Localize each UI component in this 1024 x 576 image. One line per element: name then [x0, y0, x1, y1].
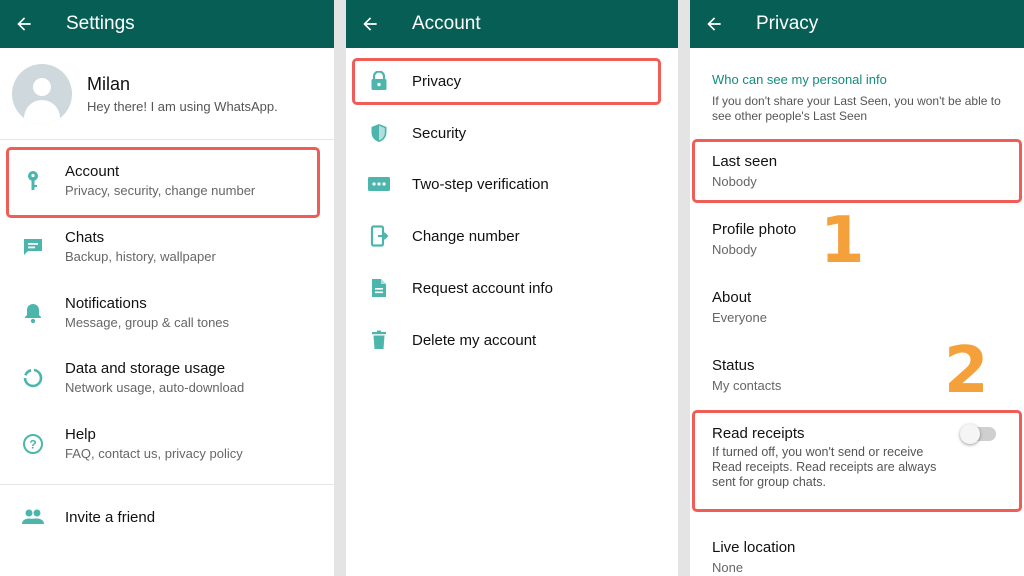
help-icon: ? — [0, 433, 65, 455]
privacy-header: Privacy — [690, 0, 1024, 48]
account-header: Account — [346, 0, 678, 48]
step-number-1: 1 — [820, 204, 865, 278]
privacy-item-about[interactable]: About Everyone — [712, 289, 1012, 325]
settings-screen: Settings Milan Hey there! I am using Wha… — [0, 0, 334, 576]
shield-icon — [346, 123, 412, 143]
settings-item-sub: FAQ, contact us, privacy policy — [65, 446, 243, 461]
settings-item-label: Account — [65, 163, 120, 180]
account-item-privacy[interactable]: Privacy — [346, 61, 678, 101]
settings-item-chats[interactable]: Chats Backup, history, wallpaper — [0, 229, 334, 264]
account-item-label: Delete my account — [412, 331, 537, 349]
back-arrow-icon[interactable] — [690, 0, 738, 48]
invite-friend-label: Invite a friend — [65, 508, 156, 526]
back-arrow-icon[interactable] — [0, 0, 48, 48]
account-item-change-number[interactable]: Change number — [346, 216, 678, 256]
account-item-label: Request account info — [412, 279, 553, 297]
page-title: Settings — [66, 13, 135, 34]
account-item-label: Change number — [412, 227, 520, 245]
account-item-label: Security — [412, 124, 467, 142]
section-header: Who can see my personal info — [712, 72, 887, 87]
svg-text:?: ? — [29, 437, 36, 451]
read-receipts-toggle[interactable] — [960, 424, 996, 444]
settings-item-label: Data and storage usage — [65, 360, 226, 377]
live-location-label: Live location — [712, 539, 796, 556]
trash-icon — [346, 330, 412, 350]
settings-item-account[interactable]: Account Privacy, security, change number — [0, 163, 334, 198]
people-icon — [0, 508, 65, 526]
back-arrow-icon[interactable] — [346, 0, 394, 48]
account-item-two-step[interactable]: Two-step verification — [346, 164, 678, 204]
read-receipts-note: If turned off, you won't send or receive… — [712, 445, 937, 489]
settings-item-label: Chats — [65, 229, 105, 246]
avatar — [12, 63, 72, 124]
account-item-security[interactable]: Security — [346, 113, 678, 153]
privacy-screen: Privacy Who can see my personal info If … — [690, 0, 1024, 576]
settings-header: Settings — [0, 0, 334, 48]
profile-status: Hey there! I am using WhatsApp. — [87, 98, 278, 114]
divider — [0, 484, 334, 485]
privacy-item-label: About — [712, 289, 752, 306]
account-item-label: Privacy — [412, 72, 462, 90]
settings-item-label: Notifications — [65, 295, 147, 312]
settings-item-sub: Privacy, security, change number — [65, 183, 256, 198]
settings-item-sub: Backup, history, wallpaper — [65, 249, 216, 264]
profile-row[interactable]: Milan Hey there! I am using WhatsApp. — [0, 48, 334, 140]
page-title: Account — [412, 13, 481, 34]
invite-friend-item[interactable]: Invite a friend — [0, 508, 334, 526]
privacy-item-label: Last seen — [712, 153, 778, 170]
account-screen: Account Privacy Security Two-step verifi… — [346, 0, 678, 576]
document-icon — [346, 278, 412, 298]
account-item-label: Two-step verification — [412, 175, 549, 193]
settings-item-sub: Network usage, auto-download — [65, 380, 245, 395]
account-item-delete[interactable]: Delete my account — [346, 320, 678, 360]
dots-icon — [346, 177, 412, 191]
privacy-item-value: Nobody — [712, 174, 757, 189]
data-usage-icon — [0, 367, 65, 389]
page-title: Privacy — [756, 13, 819, 34]
stage: Settings Milan Hey there! I am using Wha… — [0, 0, 1024, 576]
account-item-request-info[interactable]: Request account info — [346, 268, 678, 308]
lock-icon — [346, 71, 412, 91]
toggle-knob — [960, 424, 980, 444]
phone-swap-icon — [346, 225, 412, 247]
privacy-item-live-location[interactable]: Live location None — [712, 539, 1012, 575]
settings-item-help[interactable]: ? Help FAQ, contact us, privacy policy — [0, 426, 334, 461]
settings-item-label: Help — [65, 426, 96, 443]
section-note: If you don't share your Last Seen, you w… — [712, 94, 1001, 123]
settings-item-notifications[interactable]: Notifications Message, group & call tones — [0, 295, 334, 330]
profile-name: Milan — [87, 73, 131, 94]
settings-item-sub: Message, group & call tones — [65, 315, 230, 330]
key-icon — [0, 170, 65, 192]
step-number-2: 2 — [944, 334, 989, 408]
privacy-item-value: Everyone — [712, 310, 767, 325]
privacy-item-last-seen[interactable]: Last seen Nobody — [712, 153, 1012, 189]
chat-icon — [0, 237, 65, 257]
settings-item-data-storage[interactable]: Data and storage usage Network usage, aut… — [0, 360, 334, 395]
live-location-value: None — [712, 560, 744, 575]
bell-icon — [0, 302, 65, 324]
